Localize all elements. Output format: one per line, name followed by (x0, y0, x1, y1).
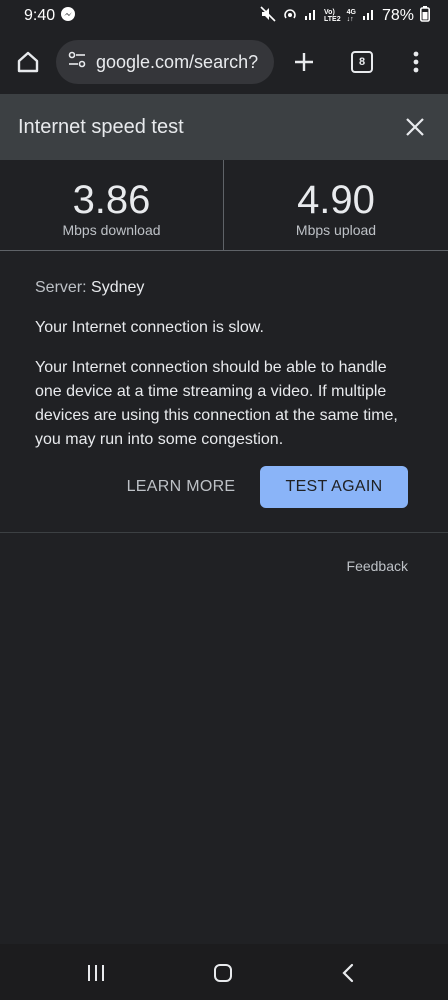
system-nav-bar (0, 944, 448, 1000)
messenger-icon (61, 6, 76, 26)
speed-results: 3.86 Mbps download 4.90 Mbps upload (0, 160, 448, 251)
site-info-icon[interactable] (66, 49, 88, 76)
result-info: Server: Sydney Your Internet connection … (35, 276, 415, 452)
network-4g-indicator: 4G ↓↑ (346, 9, 356, 23)
menu-icon (413, 51, 419, 73)
test-again-button[interactable]: TEST AGAIN (260, 466, 408, 508)
home-icon (17, 51, 39, 73)
new-tab-button[interactable] (282, 40, 326, 84)
signal-icon (304, 7, 318, 26)
address-bar[interactable]: google.com/search? (56, 40, 274, 84)
learn-more-button[interactable]: LEARN MORE (118, 466, 244, 508)
download-result: 3.86 Mbps download (0, 160, 224, 250)
home-square-icon (214, 964, 232, 982)
menu-button[interactable] (394, 40, 438, 84)
home-button[interactable] (8, 42, 48, 82)
close-icon (406, 118, 424, 136)
battery-icon (420, 5, 430, 27)
hotspot-icon (282, 6, 298, 27)
mute-icon (260, 5, 276, 27)
volte-indicator: Vo) LTE2 (324, 9, 341, 23)
close-button[interactable] (400, 112, 430, 142)
back-button[interactable] (328, 958, 368, 988)
slow-message: Your Internet connection is slow. (35, 319, 264, 336)
description: Your Internet connection should be able … (35, 359, 398, 448)
tab-switcher-button[interactable]: 8 (340, 40, 384, 84)
actions: LEARN MORE TEST AGAIN (0, 466, 448, 508)
status-bar: 9:40 Vo) LTE2 4G ↓↑ 78% (0, 0, 448, 32)
battery-percent: 78% (381, 7, 414, 24)
download-label: Mbps download (62, 222, 161, 238)
upload-label: Mbps upload (295, 222, 377, 238)
status-left: 9:40 (24, 6, 76, 26)
browser-toolbar: google.com/search? 8 (0, 32, 448, 92)
home-nav-button[interactable] (203, 958, 243, 988)
plus-icon (295, 53, 313, 71)
upload-result: 4.90 Mbps upload (224, 160, 448, 250)
server-value: Sydney (91, 279, 145, 296)
status-right: Vo) LTE2 4G ↓↑ 78% (260, 5, 430, 27)
back-icon (342, 963, 354, 983)
upload-value: 4.90 (297, 178, 375, 222)
speed-test-header: Internet speed test (0, 94, 448, 160)
feedback-link[interactable]: Feedback (347, 558, 408, 574)
recent-apps-button[interactable] (76, 958, 116, 988)
page-title: Internet speed test (18, 115, 184, 138)
url-text[interactable]: google.com/search? (96, 52, 258, 73)
clock: 9:40 (24, 7, 56, 24)
server-key: Server: (35, 279, 87, 296)
recents-icon (88, 965, 104, 981)
server-line: Server: Sydney (35, 276, 415, 300)
download-value: 3.86 (72, 178, 151, 222)
tabs-icon: 8 (351, 51, 373, 73)
signal-icon-2 (362, 7, 376, 26)
divider (0, 532, 448, 533)
